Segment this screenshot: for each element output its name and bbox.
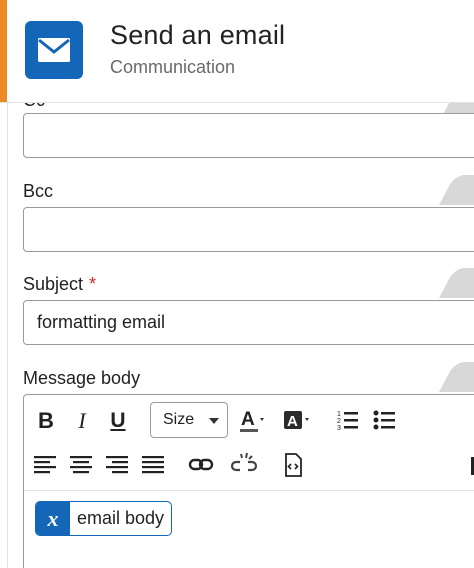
font-size-select[interactable]: Size [150,402,228,438]
highlight-color-icon[interactable]: A [282,405,316,437]
underline-button[interactable]: U [104,406,132,436]
bcc-label: Bcc [23,181,54,201]
svg-text:2: 2 [337,418,341,425]
rich-text-editor[interactable]: B I U Size A A 1 2 3 x email body [23,394,474,568]
bold-button[interactable]: B [33,406,59,436]
variable-chip[interactable]: x email body [35,501,173,536]
accent-bar [0,0,7,102]
more-tools-icon[interactable] [468,455,474,477]
message-body-label: Message body [23,368,141,388]
editor-toolbar: B I U Size A A 1 2 3 [24,395,474,491]
editor-content[interactable]: x email body [24,490,474,568]
subject-collapse-tab[interactable] [439,268,474,298]
variable-chip-label: email body [77,508,165,528]
numbered-list-icon[interactable]: 1 2 3 [334,405,364,437]
required-mark: * [89,274,97,294]
subject-input[interactable]: formatting email [23,300,474,345]
envelope-icon [25,21,83,79]
variable-icon: x [36,502,70,535]
align-center-icon[interactable] [66,450,96,480]
source-code-icon[interactable] [278,450,308,480]
bullet-list-icon[interactable] [370,405,400,437]
link-icon[interactable] [186,450,218,480]
svg-text:A: A [241,409,255,430]
unlink-icon[interactable] [228,448,262,480]
subject-label-text: Subject [23,274,84,294]
email-form: Cc Bcc Subject* formatting email Message… [0,102,474,568]
bcc-input[interactable] [23,207,474,252]
align-left-icon[interactable] [30,450,60,480]
svg-text:3: 3 [337,425,341,432]
subject-value: formatting email [37,312,166,332]
svg-text:A: A [287,413,298,430]
italic-button[interactable]: I [69,406,95,436]
header: Send an email Communication [0,0,474,103]
subject-label: Subject * [23,274,96,295]
cc-label: Cc [23,102,45,111]
bcc-collapse-tab[interactable] [439,175,474,205]
font-size-label: Size [163,411,195,428]
caret-down-icon [209,418,219,424]
cc-input[interactable] [23,113,474,158]
svg-text:1: 1 [337,411,341,418]
justify-icon[interactable] [138,450,168,480]
left-rule [7,102,8,568]
page-title: Send an email [110,20,286,50]
align-right-icon[interactable] [102,450,132,480]
message-body-collapse-tab[interactable] [439,362,474,392]
font-color-icon[interactable]: A [238,405,272,437]
page-subtitle: Communication [110,57,236,77]
